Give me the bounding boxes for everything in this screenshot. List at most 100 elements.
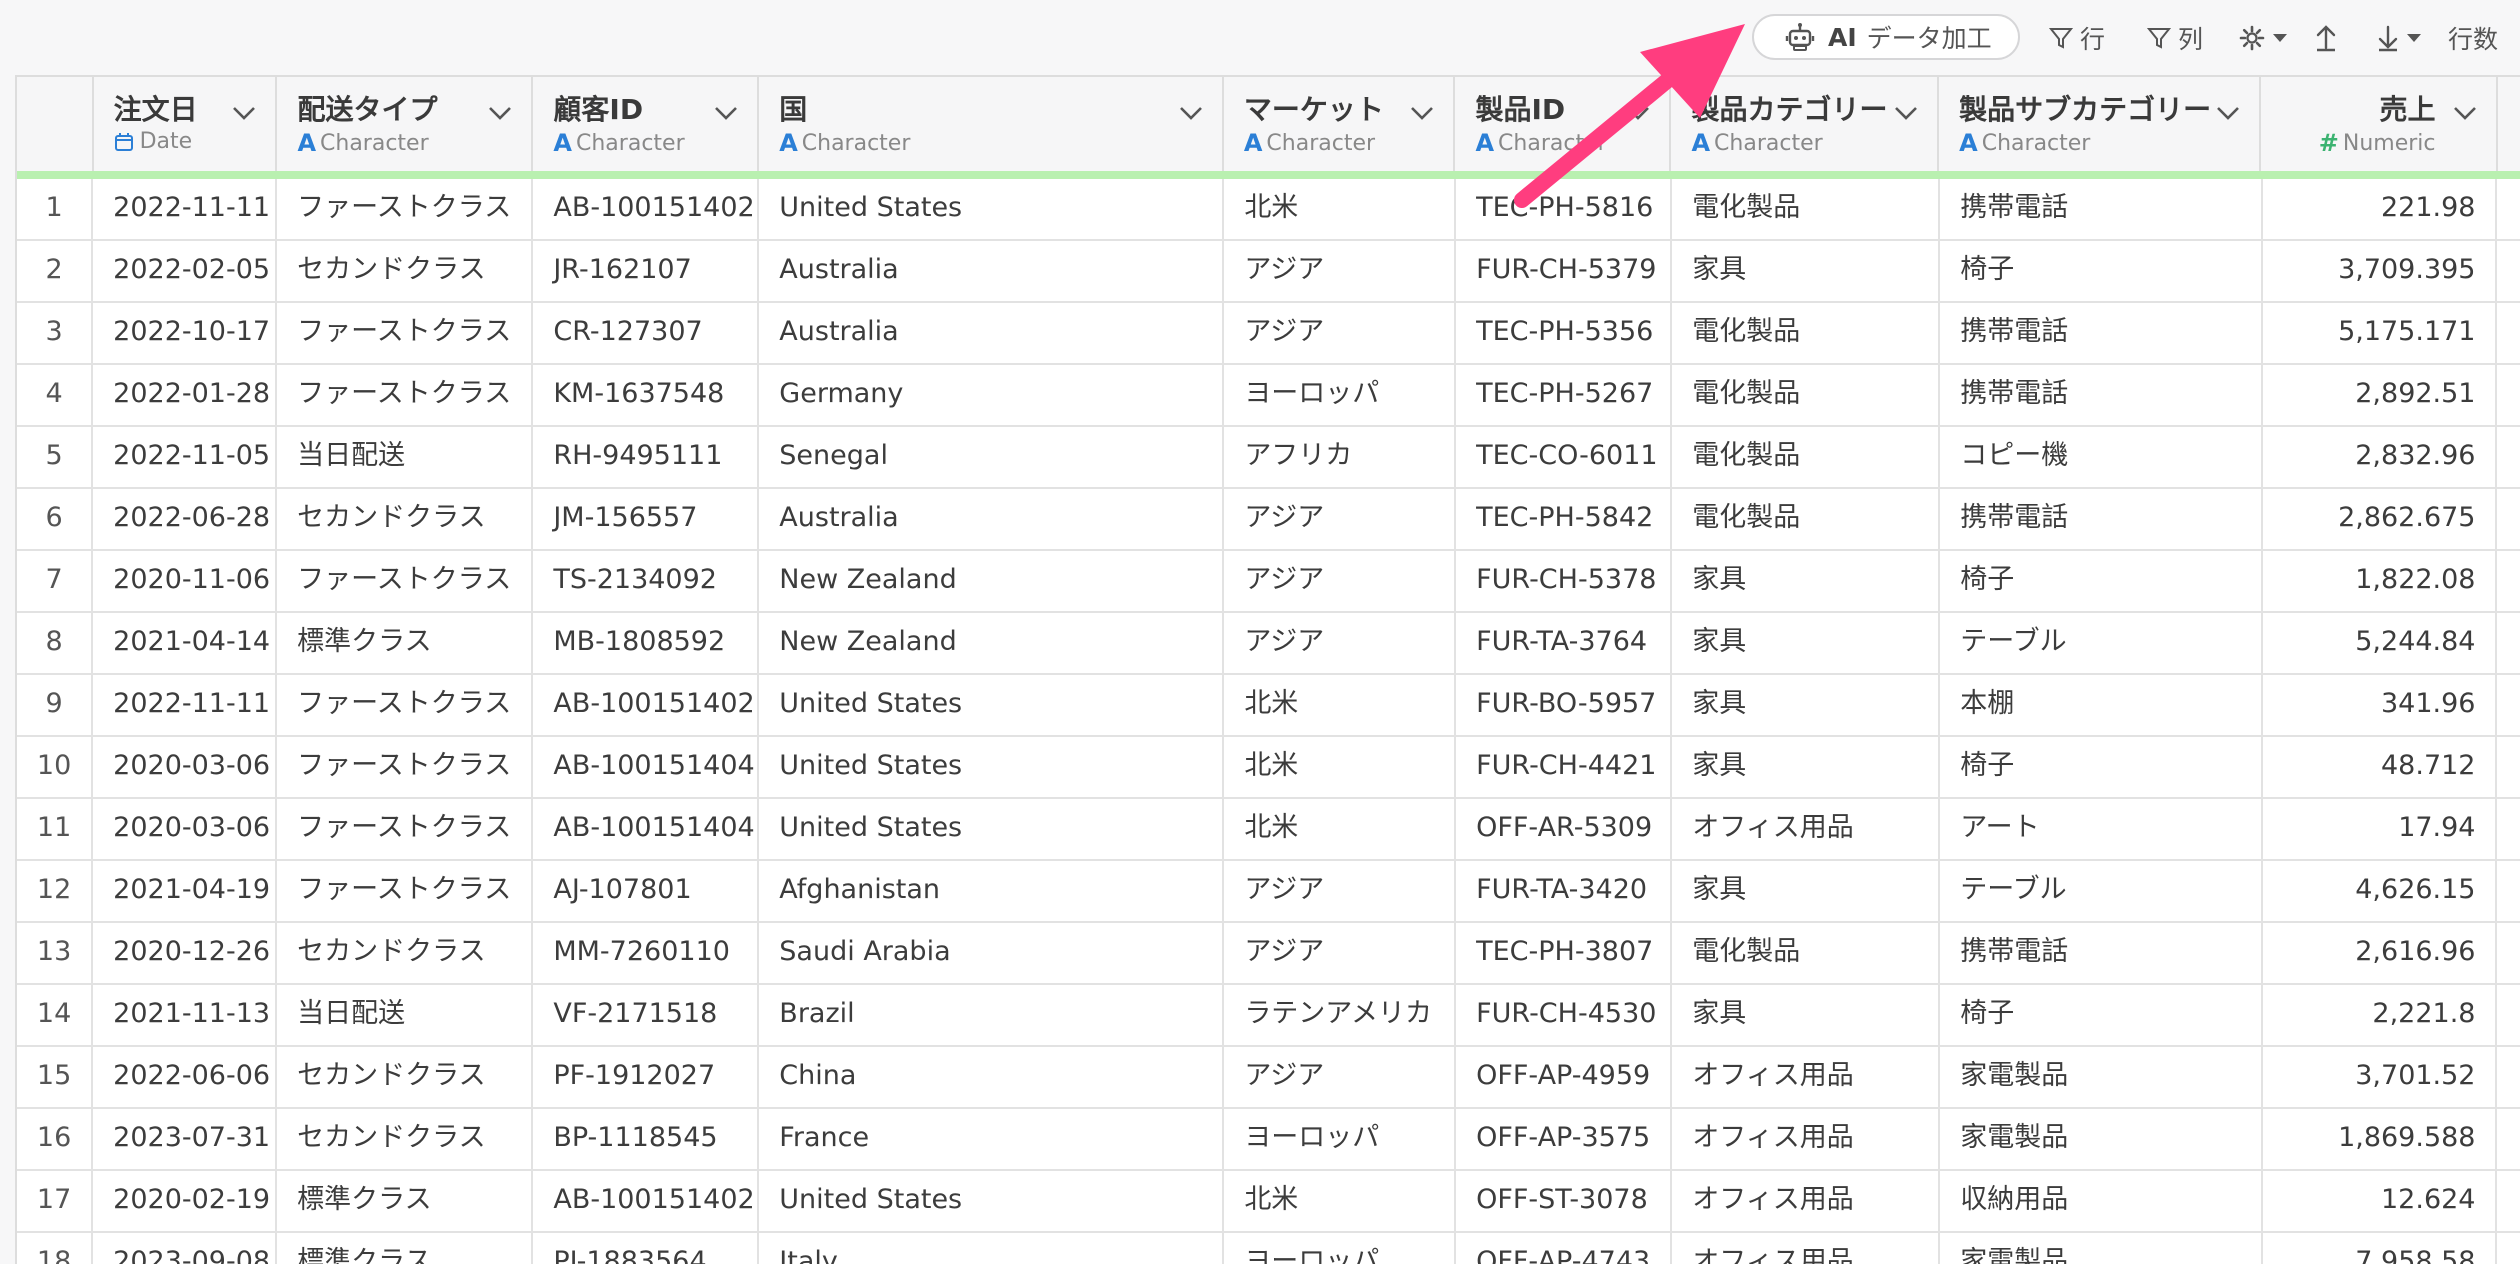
- product-subcategory-cell[interactable]: 椅子: [1940, 985, 2263, 1045]
- chevron-down-icon[interactable]: [713, 105, 739, 121]
- country-cell[interactable]: Brazil: [759, 985, 1225, 1045]
- country-cell[interactable]: Australia: [759, 241, 1225, 301]
- customer-id-cell[interactable]: MM-7260110: [533, 923, 760, 983]
- column-header-shipping-type[interactable]: 配送タイプ A Character: [277, 77, 534, 171]
- table-row[interactable]: 9 2022-11-11 ファーストクラス AB-100151402 United St…: [17, 675, 2520, 737]
- order-date-cell[interactable]: 2020-11-06: [93, 551, 278, 611]
- column-header-customer-id[interactable]: 顧客ID A Character: [533, 77, 760, 171]
- market-cell[interactable]: アジア: [1224, 861, 1457, 921]
- column-header-order-date[interactable]: 注文日 Date: [94, 77, 278, 171]
- table-row[interactable]: 4 2022-01-28 ファーストクラス KM-1637548 Germany ヨーロッ…: [17, 365, 2520, 427]
- market-cell[interactable]: ヨーロッパ: [1224, 365, 1457, 425]
- order-date-cell[interactable]: 2022-10-17: [93, 303, 278, 363]
- country-cell[interactable]: China: [759, 1047, 1225, 1107]
- product-id-cell[interactable]: TEC-PH-5842: [1456, 489, 1673, 549]
- product-subcategory-cell[interactable]: 携帯電話: [1940, 179, 2263, 239]
- shipping-type-cell[interactable]: セカンドクラス: [277, 1047, 534, 1107]
- sales-cell[interactable]: 2,892.51: [2263, 365, 2498, 425]
- table-row[interactable]: 10 2020-03-06 ファーストクラス AB-100151404 United S…: [17, 737, 2520, 799]
- market-cell[interactable]: アジア: [1224, 489, 1457, 549]
- market-cell[interactable]: アジア: [1224, 613, 1457, 673]
- product-id-cell[interactable]: TEC-PH-5356: [1456, 303, 1673, 363]
- sales-cell[interactable]: 4,626.15: [2263, 861, 2498, 921]
- sales-cell[interactable]: 1,822.08: [2263, 551, 2498, 611]
- download-dropdown-button[interactable]: [2376, 18, 2428, 58]
- product-id-cell[interactable]: FUR-TA-3420: [1456, 861, 1673, 921]
- sales-cell[interactable]: 3,709.395: [2263, 241, 2498, 301]
- product-subcategory-cell[interactable]: 家電製品: [1940, 1109, 2263, 1169]
- order-date-cell[interactable]: 2023-07-31: [93, 1109, 278, 1169]
- column-header-market[interactable]: マーケット A Character: [1224, 77, 1456, 171]
- country-cell[interactable]: France: [759, 1109, 1225, 1169]
- product-subcategory-cell[interactable]: 椅子: [1940, 241, 2263, 301]
- product-subcategory-cell[interactable]: 収納用品: [1940, 1171, 2263, 1231]
- column-header-product-id[interactable]: 製品ID A Character: [1455, 77, 1672, 171]
- chevron-down-icon[interactable]: [1893, 105, 1919, 121]
- shipping-type-cell[interactable]: 当日配送: [277, 427, 534, 487]
- table-row[interactable]: 1 2022-11-11 ファーストクラス AB-100151402 United St…: [17, 179, 2520, 241]
- order-date-cell[interactable]: 2023-09-08: [93, 1233, 278, 1264]
- shipping-type-cell[interactable]: セカンドクラス: [277, 241, 534, 301]
- market-cell[interactable]: アジア: [1224, 923, 1457, 983]
- customer-id-cell[interactable]: JM-156557: [533, 489, 760, 549]
- market-cell[interactable]: 北米: [1224, 1171, 1457, 1231]
- settings-dropdown-button[interactable]: [2238, 18, 2294, 58]
- product-id-cell[interactable]: OFF-AP-3575: [1456, 1109, 1673, 1169]
- sales-cell[interactable]: 12.624: [2263, 1171, 2498, 1231]
- customer-id-cell[interactable]: KM-1637548: [533, 365, 760, 425]
- chevron-down-icon[interactable]: [2452, 105, 2478, 121]
- product-category-cell[interactable]: オフィス用品: [1672, 1109, 1941, 1169]
- product-subcategory-cell[interactable]: 椅子: [1940, 737, 2263, 797]
- sales-cell[interactable]: 1,869.588: [2263, 1109, 2498, 1169]
- market-cell[interactable]: アジア: [1224, 551, 1457, 611]
- order-date-cell[interactable]: 2022-11-11: [93, 675, 278, 735]
- product-category-cell[interactable]: 家具: [1672, 985, 1941, 1045]
- customer-id-cell[interactable]: PJ-1883564: [533, 1233, 760, 1264]
- table-row[interactable]: 6 2022-06-28 セカンドクラス JM-156557 Australia アジア T…: [17, 489, 2520, 551]
- order-date-cell[interactable]: 2021-04-14: [93, 613, 278, 673]
- order-date-cell[interactable]: 2020-03-06: [93, 799, 278, 859]
- table-row[interactable]: 18 2023-09-08 標準クラス PJ-1883564 Italy ヨーロッパ OFF…: [17, 1233, 2520, 1264]
- country-cell[interactable]: United States: [759, 737, 1225, 797]
- product-id-cell[interactable]: FUR-CH-5378: [1456, 551, 1673, 611]
- table-row[interactable]: 16 2023-07-31 セカンドクラス BP-1118545 France ヨーロッパ…: [17, 1109, 2520, 1171]
- filter-columns-button[interactable]: 列: [2146, 18, 2203, 58]
- customer-id-cell[interactable]: AB-100151402: [533, 179, 760, 239]
- filter-rows-button[interactable]: 行: [2048, 18, 2105, 58]
- product-category-cell[interactable]: 電化製品: [1672, 365, 1941, 425]
- product-category-cell[interactable]: オフィス用品: [1672, 1047, 1941, 1107]
- sales-cell[interactable]: 5,175.171: [2263, 303, 2498, 363]
- customer-id-cell[interactable]: CR-127307: [533, 303, 760, 363]
- customer-id-cell[interactable]: MB-1808592: [533, 613, 760, 673]
- chevron-down-icon[interactable]: [487, 105, 513, 121]
- order-date-cell[interactable]: 2022-11-05: [93, 427, 278, 487]
- market-cell[interactable]: アジア: [1224, 303, 1457, 363]
- shipping-type-cell[interactable]: ファーストクラス: [277, 365, 534, 425]
- product-id-cell[interactable]: FUR-TA-3764: [1456, 613, 1673, 673]
- order-date-cell[interactable]: 2021-04-19: [93, 861, 278, 921]
- country-cell[interactable]: United States: [759, 1171, 1225, 1231]
- customer-id-cell[interactable]: RH-9495111: [533, 427, 760, 487]
- chevron-down-icon[interactable]: [231, 105, 257, 121]
- country-cell[interactable]: New Zealand: [759, 613, 1225, 673]
- product-subcategory-cell[interactable]: 家電製品: [1940, 1047, 2263, 1107]
- table-row[interactable]: 13 2020-12-26 セカンドクラス MM-7260110 Saudi Arabi…: [17, 923, 2520, 985]
- product-category-cell[interactable]: オフィス用品: [1672, 799, 1941, 859]
- chevron-down-icon[interactable]: [1409, 105, 1435, 121]
- order-date-cell[interactable]: 2022-06-06: [93, 1047, 278, 1107]
- product-subcategory-cell[interactable]: 椅子: [1940, 551, 2263, 611]
- customer-id-cell[interactable]: PF-1912027: [533, 1047, 760, 1107]
- product-id-cell[interactable]: FUR-CH-4421: [1456, 737, 1673, 797]
- market-cell[interactable]: 北米: [1224, 675, 1457, 735]
- order-date-cell[interactable]: 2020-12-26: [93, 923, 278, 983]
- product-subcategory-cell[interactable]: テーブル: [1940, 861, 2263, 921]
- column-header-country[interactable]: 国 A Character: [759, 77, 1224, 171]
- sales-cell[interactable]: 7,958.58: [2263, 1233, 2498, 1264]
- product-subcategory-cell[interactable]: コピー機: [1940, 427, 2263, 487]
- product-id-cell[interactable]: FUR-BO-5957: [1456, 675, 1673, 735]
- table-row[interactable]: 7 2020-11-06 ファーストクラス TS-2134092 New Zealand…: [17, 551, 2520, 613]
- sales-cell[interactable]: 2,221.8: [2263, 985, 2498, 1045]
- sales-cell[interactable]: 341.96: [2263, 675, 2498, 735]
- customer-id-cell[interactable]: AJ-107801: [533, 861, 760, 921]
- table-row[interactable]: 5 2022-11-05 当日配送 RH-9495111 Senegal アフリカ TEC-…: [17, 427, 2520, 489]
